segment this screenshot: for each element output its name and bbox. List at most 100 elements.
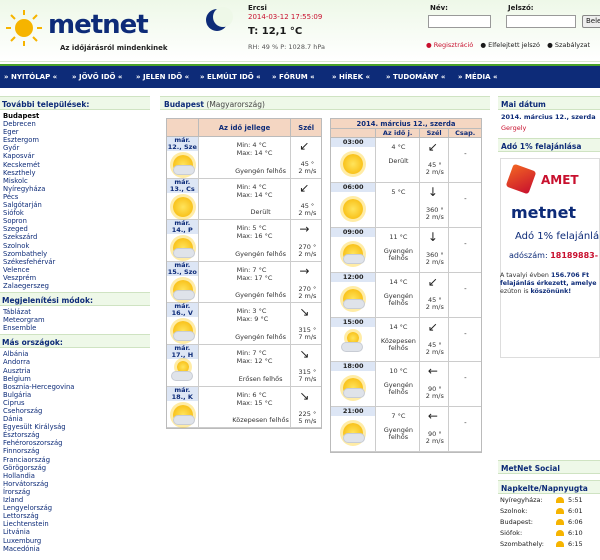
station-city[interactable]: Ercsi (248, 4, 267, 12)
country-link[interactable]: Dánia (3, 415, 147, 423)
hourly-desc: Derült (388, 157, 409, 165)
daily-date[interactable]: már. 18., K (167, 386, 198, 401)
display-mode-link[interactable]: Ensemble (3, 324, 147, 332)
nav-science[interactable]: » TUDOMÁNY « (386, 73, 445, 81)
nav-news[interactable]: » HÍREK « (332, 73, 370, 81)
sun-shape (343, 154, 363, 174)
country-link[interactable]: Ciprus (3, 399, 147, 407)
nav-current[interactable]: » JELEN IDŐ « (136, 73, 189, 81)
hourly-wind-cell: ↙ 45 ° 2 m/s (420, 138, 450, 182)
country-link[interactable]: Észtország (3, 431, 147, 439)
country-link[interactable]: Litvánia (3, 528, 147, 536)
tax-donation-banner[interactable]: AMET metnet Adó 1% felajánlá adószám: 18… (500, 158, 600, 358)
hourly-wind-speed: 2 m/s (425, 302, 444, 311)
hourly-precip-cell: - (449, 183, 481, 227)
town-link[interactable]: Kecskemét (3, 161, 147, 169)
town-link[interactable]: Zalaegerszeg (3, 282, 147, 290)
daily-max: Max: 14 °C (236, 190, 273, 199)
town-link[interactable]: Miskolc (3, 177, 147, 185)
town-link[interactable]: Szeged (3, 225, 147, 233)
hourly-temp: 14 °C (389, 322, 408, 331)
nav-forum[interactable]: » FÓRUM « (272, 73, 315, 81)
tagline: Az időjárásról mindenkinek (60, 44, 168, 52)
country-link[interactable]: Bulgária (3, 391, 147, 399)
daily-date[interactable]: már. 15., Szo (167, 261, 198, 276)
hourly-wind-speed: 2 m/s (425, 347, 444, 356)
country-link[interactable]: Ausztria (3, 367, 147, 375)
country-link[interactable]: Liechtenstein (3, 520, 147, 528)
country-link[interactable]: Macedónia (3, 545, 147, 553)
display-mode-link[interactable]: Táblázat (3, 308, 147, 316)
country-link[interactable]: Csehország (3, 407, 147, 415)
site-logo[interactable]: metnet (6, 6, 198, 46)
country-link[interactable]: Írország (3, 488, 147, 496)
country-link[interactable]: Luxemburg (3, 537, 147, 545)
country-link[interactable]: Fehéroroszország (3, 439, 147, 447)
country-link[interactable]: Görögország (3, 464, 147, 472)
forecast-country: (Magyarország) (206, 100, 265, 109)
daily-date[interactable]: már. 17., H (167, 344, 198, 359)
town-link[interactable]: Kaposvár (3, 152, 147, 160)
countries-list: Albánia Andorra Ausztria Belgium Bosznia-Her… (0, 348, 150, 554)
country-link[interactable]: Albánia (3, 350, 147, 358)
country-link[interactable]: Izland (3, 496, 147, 504)
town-link[interactable]: Szekszárd (3, 233, 147, 241)
login-name-input[interactable] (428, 15, 491, 28)
country-link[interactable]: Horvátország (3, 480, 147, 488)
town-link[interactable]: Eger (3, 128, 147, 136)
nav-past[interactable]: » ELMÚLT IDŐ « (200, 73, 261, 81)
daily-wind-speed: 7 m/s (298, 333, 317, 342)
country-link[interactable]: Lettország (3, 512, 147, 520)
country-link[interactable]: Bosznia-Hercegovina (3, 383, 147, 391)
country-link[interactable]: Lengyelország (3, 504, 147, 512)
sunrise-icon (556, 529, 564, 536)
daily-minmax: Min: 4 °C Max: 14 °C (237, 141, 273, 157)
daily-date-cell: már. 16., V (167, 303, 199, 344)
town-link[interactable]: Veszprém (3, 274, 147, 282)
town-link[interactable]: Szolnok (3, 242, 147, 250)
town-link[interactable]: Debrecen (3, 120, 147, 128)
register-link[interactable]: ● Regisztráció (426, 41, 473, 49)
country-link[interactable]: Andorra (3, 358, 147, 366)
town-link[interactable]: Velence (3, 266, 147, 274)
town-link[interactable]: Esztergom (3, 136, 147, 144)
nav-media[interactable]: » MÉDIA « (458, 73, 498, 81)
town-link[interactable]: Nyíregyháza (3, 185, 147, 193)
town-link[interactable]: Székesfehérvár (3, 258, 147, 266)
ad-metnet: metnet (511, 203, 577, 222)
country-link[interactable]: Finnország (3, 447, 147, 455)
town-link[interactable]: Keszthely (3, 169, 147, 177)
forgot-password-link[interactable]: ● Elfelejtett jelszó (480, 41, 540, 49)
country-link[interactable]: Hollandia (3, 472, 147, 480)
daily-date[interactable]: már. 13., Cs (167, 178, 198, 193)
rules-link[interactable]: ● Szabályzat (547, 41, 590, 49)
town-link[interactable]: Salgótarján (3, 201, 147, 209)
country-link[interactable]: Franciaország (3, 456, 147, 464)
town-link[interactable]: Budapest (3, 112, 147, 120)
town-link[interactable]: Pécs (3, 193, 147, 201)
nav-home[interactable]: » NYITÓLAP « (4, 73, 57, 81)
donation-thanks: köszönünk! (530, 288, 572, 295)
town-link[interactable]: Sopron (3, 217, 147, 225)
daily-date[interactable]: már. 14., P (167, 220, 198, 235)
display-modes-title: Megjelenítési módok: (0, 292, 150, 307)
hourly-time-cell: 15:00 (331, 317, 377, 362)
nav-forecast[interactable]: » JÖVŐ IDŐ « (72, 73, 122, 81)
town-link[interactable]: Szombathely (3, 250, 147, 258)
daily-date[interactable]: már. 16., V (167, 303, 198, 318)
daily-date[interactable]: már. 12., Sze (167, 137, 198, 151)
site-header: metnet Az időjárásról mindenkinek Ercsi … (0, 0, 600, 62)
daily-date-cell: már. 13., Cs (167, 178, 199, 220)
daily-wind-cell: ↙ 45 ° 2 m/s (291, 179, 321, 220)
login-button[interactable]: Bele (582, 15, 600, 28)
display-mode-link[interactable]: Meteorgram (3, 316, 147, 324)
daily-wind-cell: ↙ 45 ° 2 m/s (291, 137, 321, 178)
hourly-time: 12:00 (331, 272, 376, 282)
hourly-wind: 45 ° 2 m/s (420, 296, 450, 311)
hourly-time-cell: 18:00 (331, 362, 377, 407)
town-link[interactable]: Győr (3, 144, 147, 152)
country-link[interactable]: Belgium (3, 375, 147, 383)
town-link[interactable]: Siófok (3, 209, 147, 217)
login-password-input[interactable] (506, 15, 576, 28)
wind-arrow-icon: → (299, 222, 310, 237)
